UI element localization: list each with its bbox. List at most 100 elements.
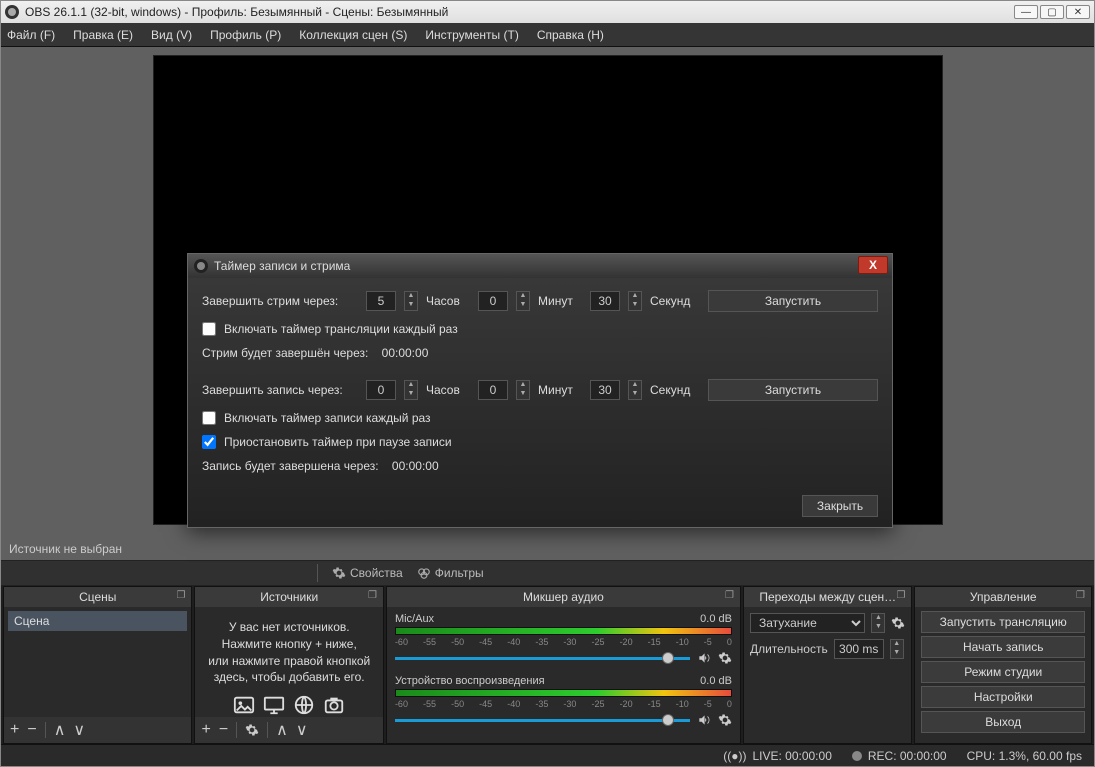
popout-icon[interactable]: ❐ [897, 590, 906, 601]
remove-scene-button[interactable]: − [27, 721, 36, 739]
image-icon [232, 694, 256, 716]
speaker-icon[interactable] [696, 651, 712, 665]
maximize-button[interactable]: ▢ [1040, 5, 1064, 19]
speaker-icon[interactable] [696, 713, 712, 727]
stream-start-button[interactable]: Запустить [708, 290, 878, 312]
record-minutes-spinner[interactable]: ▲▼ [516, 380, 530, 400]
add-scene-button[interactable]: + [10, 721, 19, 739]
transitions-title: Переходы между сцен… [759, 590, 896, 604]
mixer-channel-desktop: Устройство воспроизведения0.0 dB -60-55-… [395, 675, 732, 727]
record-start-button[interactable]: Запустить [708, 379, 878, 401]
sources-dock: Источники ❐ У вас нет источников. Нажмите… [194, 586, 383, 744]
source-down-button[interactable]: ∨ [296, 720, 308, 740]
studio-mode-button[interactable]: Режим студии [921, 661, 1085, 683]
record-every-time-label: Включать таймер записи каждый раз [224, 411, 431, 425]
start-stream-button[interactable]: Запустить трансляцию [921, 611, 1085, 633]
display-icon [262, 694, 286, 716]
channel-settings-icon[interactable] [718, 713, 732, 727]
stream-seconds-input[interactable] [590, 291, 620, 311]
stream-ends-value: 00:00:00 [382, 346, 429, 360]
channel-settings-icon[interactable] [718, 651, 732, 665]
record-stop-label: Завершить запись через: [202, 383, 358, 397]
source-up-button[interactable]: ∧ [276, 720, 288, 740]
hours-unit: Часов [426, 294, 470, 308]
meter-desktop [395, 689, 732, 697]
stream-hours-input[interactable] [366, 291, 396, 311]
add-source-button[interactable]: + [201, 721, 210, 739]
meter-mic [395, 627, 732, 635]
record-ends-value: 00:00:00 [392, 459, 439, 473]
transition-settings-icon[interactable] [891, 616, 905, 630]
mixer-dock: Микшер аудио ❐ Mic/Aux 0.0 dB -60-55-50-45… [386, 586, 741, 744]
record-hours-input[interactable] [366, 380, 396, 400]
transition-select[interactable]: Затухание [750, 613, 866, 633]
record-dot-icon [852, 751, 862, 761]
record-ends-label: Запись будет завершена через: [202, 459, 379, 473]
mixer-ch1-db: 0.0 dB [700, 613, 732, 625]
meter-ticks: -60-55-50-45-40-35-30-25-20-15-10-50 [395, 637, 732, 647]
app-icon [5, 5, 19, 19]
source-toolbar: Свойства Фильтры [1, 560, 1094, 586]
menu-file[interactable]: Файл (F) [7, 28, 55, 42]
no-source-label: Источник не выбран [9, 542, 122, 556]
filters-icon [417, 566, 431, 580]
menubar: Файл (F) Правка (E) Вид (V) Профиль (P) … [1, 23, 1094, 47]
stream-minutes-input[interactable] [478, 291, 508, 311]
menu-scene-collection[interactable]: Коллекция сцен (S) [299, 28, 407, 42]
stream-minutes-spinner[interactable]: ▲▼ [516, 291, 530, 311]
mixer-ch1-name: Mic/Aux [395, 613, 434, 625]
cpu-status: CPU: 1.3%, 60.00 fps [967, 749, 1082, 763]
popout-icon[interactable]: ❐ [177, 590, 186, 601]
menu-help[interactable]: Справка (H) [537, 28, 604, 42]
window-title: OBS 26.1.1 (32-bit, windows) - Профиль: … [25, 5, 448, 19]
controls-dock: Управление❐ Запустить трансляцию Начать … [914, 586, 1092, 744]
minutes-unit: Минут [538, 383, 582, 397]
scene-up-button[interactable]: ∧ [54, 720, 66, 740]
properties-button[interactable]: Свойства [332, 566, 403, 580]
record-seconds-spinner[interactable]: ▲▼ [628, 380, 642, 400]
duration-input[interactable] [834, 639, 884, 659]
stream-every-time-checkbox[interactable] [202, 322, 216, 336]
menu-profile[interactable]: Профиль (P) [210, 28, 281, 42]
exit-button[interactable]: Выход [921, 711, 1085, 733]
record-pause-checkbox[interactable] [202, 435, 216, 449]
sources-title: Источники [260, 590, 318, 604]
scenes-dock: Сцены ❐ Сцена + − ∧ ∨ [3, 586, 192, 744]
stream-hours-spinner[interactable]: ▲▼ [404, 291, 418, 311]
scenes-title: Сцены [79, 590, 116, 604]
dialog-close-button[interactable]: Закрыть [802, 495, 878, 517]
seconds-unit: Секунд [650, 294, 694, 308]
minimize-button[interactable]: — [1014, 5, 1038, 19]
start-record-button[interactable]: Начать запись [921, 636, 1085, 658]
duration-spinner[interactable]: ▲▼ [890, 639, 904, 659]
record-seconds-input[interactable] [590, 380, 620, 400]
record-hours-spinner[interactable]: ▲▼ [404, 380, 418, 400]
menu-tools[interactable]: Инструменты (T) [425, 28, 518, 42]
filters-button[interactable]: Фильтры [417, 566, 484, 580]
globe-icon [292, 694, 316, 716]
dialog-icon [194, 259, 208, 273]
record-minutes-input[interactable] [478, 380, 508, 400]
duration-label: Длительность [750, 642, 828, 656]
dialog-close-x[interactable]: X [858, 256, 888, 274]
popout-icon[interactable]: ❐ [368, 590, 377, 601]
settings-button[interactable]: Настройки [921, 686, 1085, 708]
record-every-time-checkbox[interactable] [202, 411, 216, 425]
volume-slider-desktop[interactable] [395, 719, 690, 722]
source-settings-icon[interactable] [245, 723, 259, 737]
remove-source-button[interactable]: − [219, 721, 228, 739]
titlebar: OBS 26.1.1 (32-bit, windows) - Профиль: … [1, 1, 1094, 23]
volume-slider-mic[interactable] [395, 657, 690, 660]
transition-spinner[interactable]: ▲▼ [871, 613, 885, 633]
gear-icon [332, 566, 346, 580]
menu-edit[interactable]: Правка (E) [73, 28, 133, 42]
popout-icon[interactable]: ❐ [1076, 590, 1085, 601]
stream-seconds-spinner[interactable]: ▲▼ [628, 291, 642, 311]
menu-view[interactable]: Вид (V) [151, 28, 192, 42]
scene-item[interactable]: Сцена [8, 611, 187, 631]
popout-icon[interactable]: ❐ [725, 590, 734, 601]
scene-down-button[interactable]: ∨ [73, 720, 85, 740]
mixer-title: Микшер аудио [523, 590, 604, 604]
close-window-button[interactable]: ✕ [1066, 5, 1090, 19]
sources-empty-text: У вас нет источников. Нажмите кнопку + н… [199, 611, 378, 717]
